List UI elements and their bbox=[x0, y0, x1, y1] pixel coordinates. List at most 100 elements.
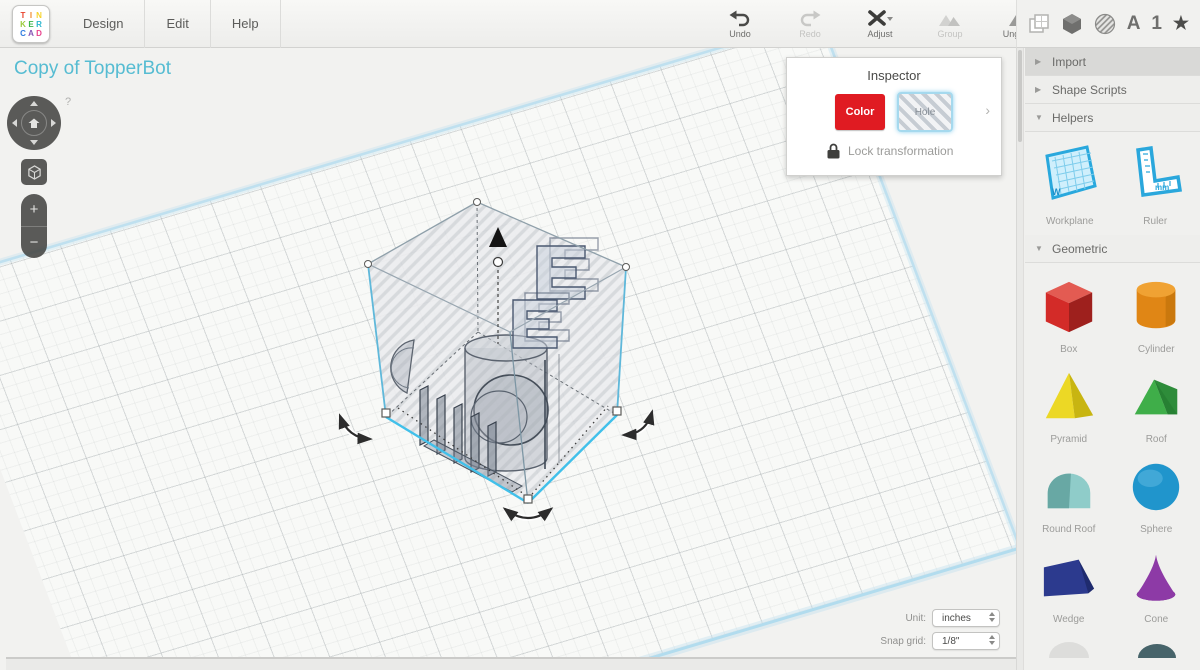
roof-icon bbox=[1124, 368, 1188, 426]
redo-icon bbox=[786, 5, 834, 27]
menu-bar: Design Edit Help bbox=[62, 0, 281, 48]
zoom-control: + − bbox=[21, 194, 47, 258]
section-geometric[interactable]: ▼ Geometric bbox=[1025, 235, 1200, 263]
partial-shape-icon bbox=[1037, 638, 1101, 658]
shape-wedge[interactable]: Wedge bbox=[1025, 548, 1113, 625]
logo-letter: N bbox=[36, 11, 43, 20]
chevron-right-icon: ▶ bbox=[1035, 57, 1043, 66]
logo-letter: D bbox=[36, 29, 43, 38]
fit-cube-icon bbox=[27, 165, 42, 180]
edit-toolbar: Undo Redo Adjust Group bbox=[716, 5, 1044, 39]
adjust-button[interactable]: Adjust bbox=[856, 5, 904, 39]
shape-cone[interactable]: Cone bbox=[1113, 548, 1200, 625]
numbers-icon[interactable]: 1 bbox=[1151, 13, 1162, 35]
grid-settings: Unit: inches Snap grid: 1/8" bbox=[880, 604, 1000, 650]
logo-letter: E bbox=[28, 20, 35, 29]
partial-shape-icon bbox=[1124, 638, 1188, 658]
inspector-title: Inspector bbox=[787, 68, 1001, 83]
lock-icon bbox=[827, 143, 840, 159]
menu-design[interactable]: Design bbox=[62, 0, 145, 48]
adjust-icon bbox=[856, 5, 904, 27]
snap-grid-select[interactable]: 1/8" bbox=[932, 632, 1000, 650]
orbit-up-arrow[interactable] bbox=[30, 101, 38, 106]
chevron-right-icon: ▶ bbox=[1035, 85, 1043, 94]
orbit-control[interactable]: ? bbox=[7, 96, 61, 150]
tinkercad-app: TIN KER CAD Design Edit Help Undo bbox=[0, 0, 1200, 670]
rotate-handle-right bbox=[624, 412, 652, 435]
shape-roof[interactable]: Roof bbox=[1113, 368, 1200, 445]
redo-button[interactable]: Redo bbox=[786, 5, 834, 39]
lock-transformation-label: Lock transformation bbox=[848, 144, 953, 158]
view-navigation: ? + − bbox=[7, 96, 77, 258]
hole-swatch-selected[interactable]: Hole bbox=[897, 92, 953, 132]
symbols-star-icon[interactable]: ★ bbox=[1173, 13, 1189, 34]
design-title: Copy of TopperBot bbox=[14, 58, 171, 80]
logo-letter: A bbox=[28, 29, 35, 38]
chevron-down-icon: ▼ bbox=[1035, 244, 1043, 253]
stepper-icon bbox=[989, 612, 995, 622]
sphere-icon bbox=[1124, 458, 1188, 516]
logo-letter: C bbox=[20, 29, 27, 38]
group-icon bbox=[926, 5, 974, 27]
tinkercad-logo[interactable]: TIN KER CAD bbox=[12, 5, 50, 43]
wedge-icon bbox=[1037, 548, 1101, 606]
menu-help[interactable]: Help bbox=[211, 0, 281, 48]
shape-category-bar: A 1 ★ bbox=[1016, 0, 1200, 48]
stepper-icon bbox=[989, 635, 995, 645]
geometric-shapes-grid: Box Cylinder Pyramid bbox=[1025, 263, 1200, 663]
cone-icon bbox=[1124, 548, 1188, 606]
shape-partial-left[interactable] bbox=[1025, 638, 1113, 663]
shape-partial-right[interactable] bbox=[1113, 638, 1200, 663]
section-helpers[interactable]: ▼ Helpers bbox=[1025, 104, 1200, 132]
inspector-collapse-icon[interactable]: › bbox=[985, 102, 990, 118]
orbit-right-arrow[interactable] bbox=[51, 119, 56, 127]
snap-grid-label: Snap grid: bbox=[880, 636, 926, 647]
section-import[interactable]: ▶ Import bbox=[1025, 48, 1200, 76]
panel-scrollbar[interactable] bbox=[1017, 48, 1024, 670]
home-icon bbox=[28, 118, 40, 129]
ruler-helper[interactable]: mm Ruler bbox=[1113, 142, 1199, 227]
shape-box[interactable]: Box bbox=[1025, 278, 1113, 355]
helper-label: Workplane bbox=[1027, 216, 1113, 227]
home-view-button[interactable] bbox=[21, 110, 47, 136]
3d-viewport[interactable]: Copy of TopperBot ? + − Ins bbox=[0, 48, 1016, 670]
svg-text:W: W bbox=[1052, 187, 1061, 197]
section-shape-scripts[interactable]: ▶ Shape Scripts bbox=[1025, 76, 1200, 104]
zoom-in-button[interactable]: + bbox=[21, 194, 47, 227]
orbit-down-arrow[interactable] bbox=[30, 140, 38, 145]
shape-pyramid[interactable]: Pyramid bbox=[1025, 368, 1113, 445]
helpers-group: W Workplane mm Ruler bbox=[1025, 132, 1200, 235]
hole-shapes-icon[interactable] bbox=[1094, 13, 1116, 35]
box-icon bbox=[1037, 278, 1101, 336]
fit-view-button[interactable] bbox=[21, 159, 47, 185]
shape-round-roof[interactable]: Round Roof bbox=[1025, 458, 1113, 535]
round-roof-icon bbox=[1037, 458, 1101, 516]
zoom-out-button[interactable]: − bbox=[21, 227, 47, 259]
logo-letter: K bbox=[20, 20, 27, 29]
scrollbar-thumb[interactable] bbox=[1018, 50, 1022, 142]
workplane-helper[interactable]: W Workplane bbox=[1027, 142, 1113, 227]
shapes-panel: ▶ Import ▶ Shape Scripts ▼ Helpers W W bbox=[1016, 48, 1200, 670]
letters-icon[interactable]: A bbox=[1127, 13, 1141, 35]
orbit-left-arrow[interactable] bbox=[12, 119, 17, 127]
workplane-icon: W bbox=[1039, 142, 1101, 208]
color-swatch[interactable]: Color bbox=[835, 94, 885, 130]
shape-sphere[interactable]: Sphere bbox=[1113, 458, 1200, 535]
menu-edit[interactable]: Edit bbox=[145, 0, 210, 48]
solid-shapes-icon[interactable] bbox=[1061, 13, 1083, 35]
logo-letter: R bbox=[36, 20, 43, 29]
shape-cylinder[interactable]: Cylinder bbox=[1113, 278, 1200, 355]
lock-transformation-toggle[interactable]: Lock transformation bbox=[827, 143, 1001, 159]
group-button[interactable]: Group bbox=[926, 5, 974, 39]
inspector-panel: Inspector Color Hole › Lock transformati… bbox=[786, 57, 1002, 176]
unit-label: Unit: bbox=[905, 613, 926, 624]
help-icon[interactable]: ? bbox=[65, 96, 71, 108]
undo-icon bbox=[716, 5, 764, 27]
logo-letter: T bbox=[20, 11, 27, 20]
selected-model[interactable] bbox=[340, 199, 652, 519]
chevron-down-icon: ▼ bbox=[1035, 113, 1043, 122]
top-toolbar: TIN KER CAD Design Edit Help Undo bbox=[0, 0, 1016, 48]
undo-button[interactable]: Undo bbox=[716, 5, 764, 39]
workplane-grid-icon[interactable] bbox=[1028, 13, 1050, 35]
unit-select[interactable]: inches bbox=[932, 609, 1000, 627]
